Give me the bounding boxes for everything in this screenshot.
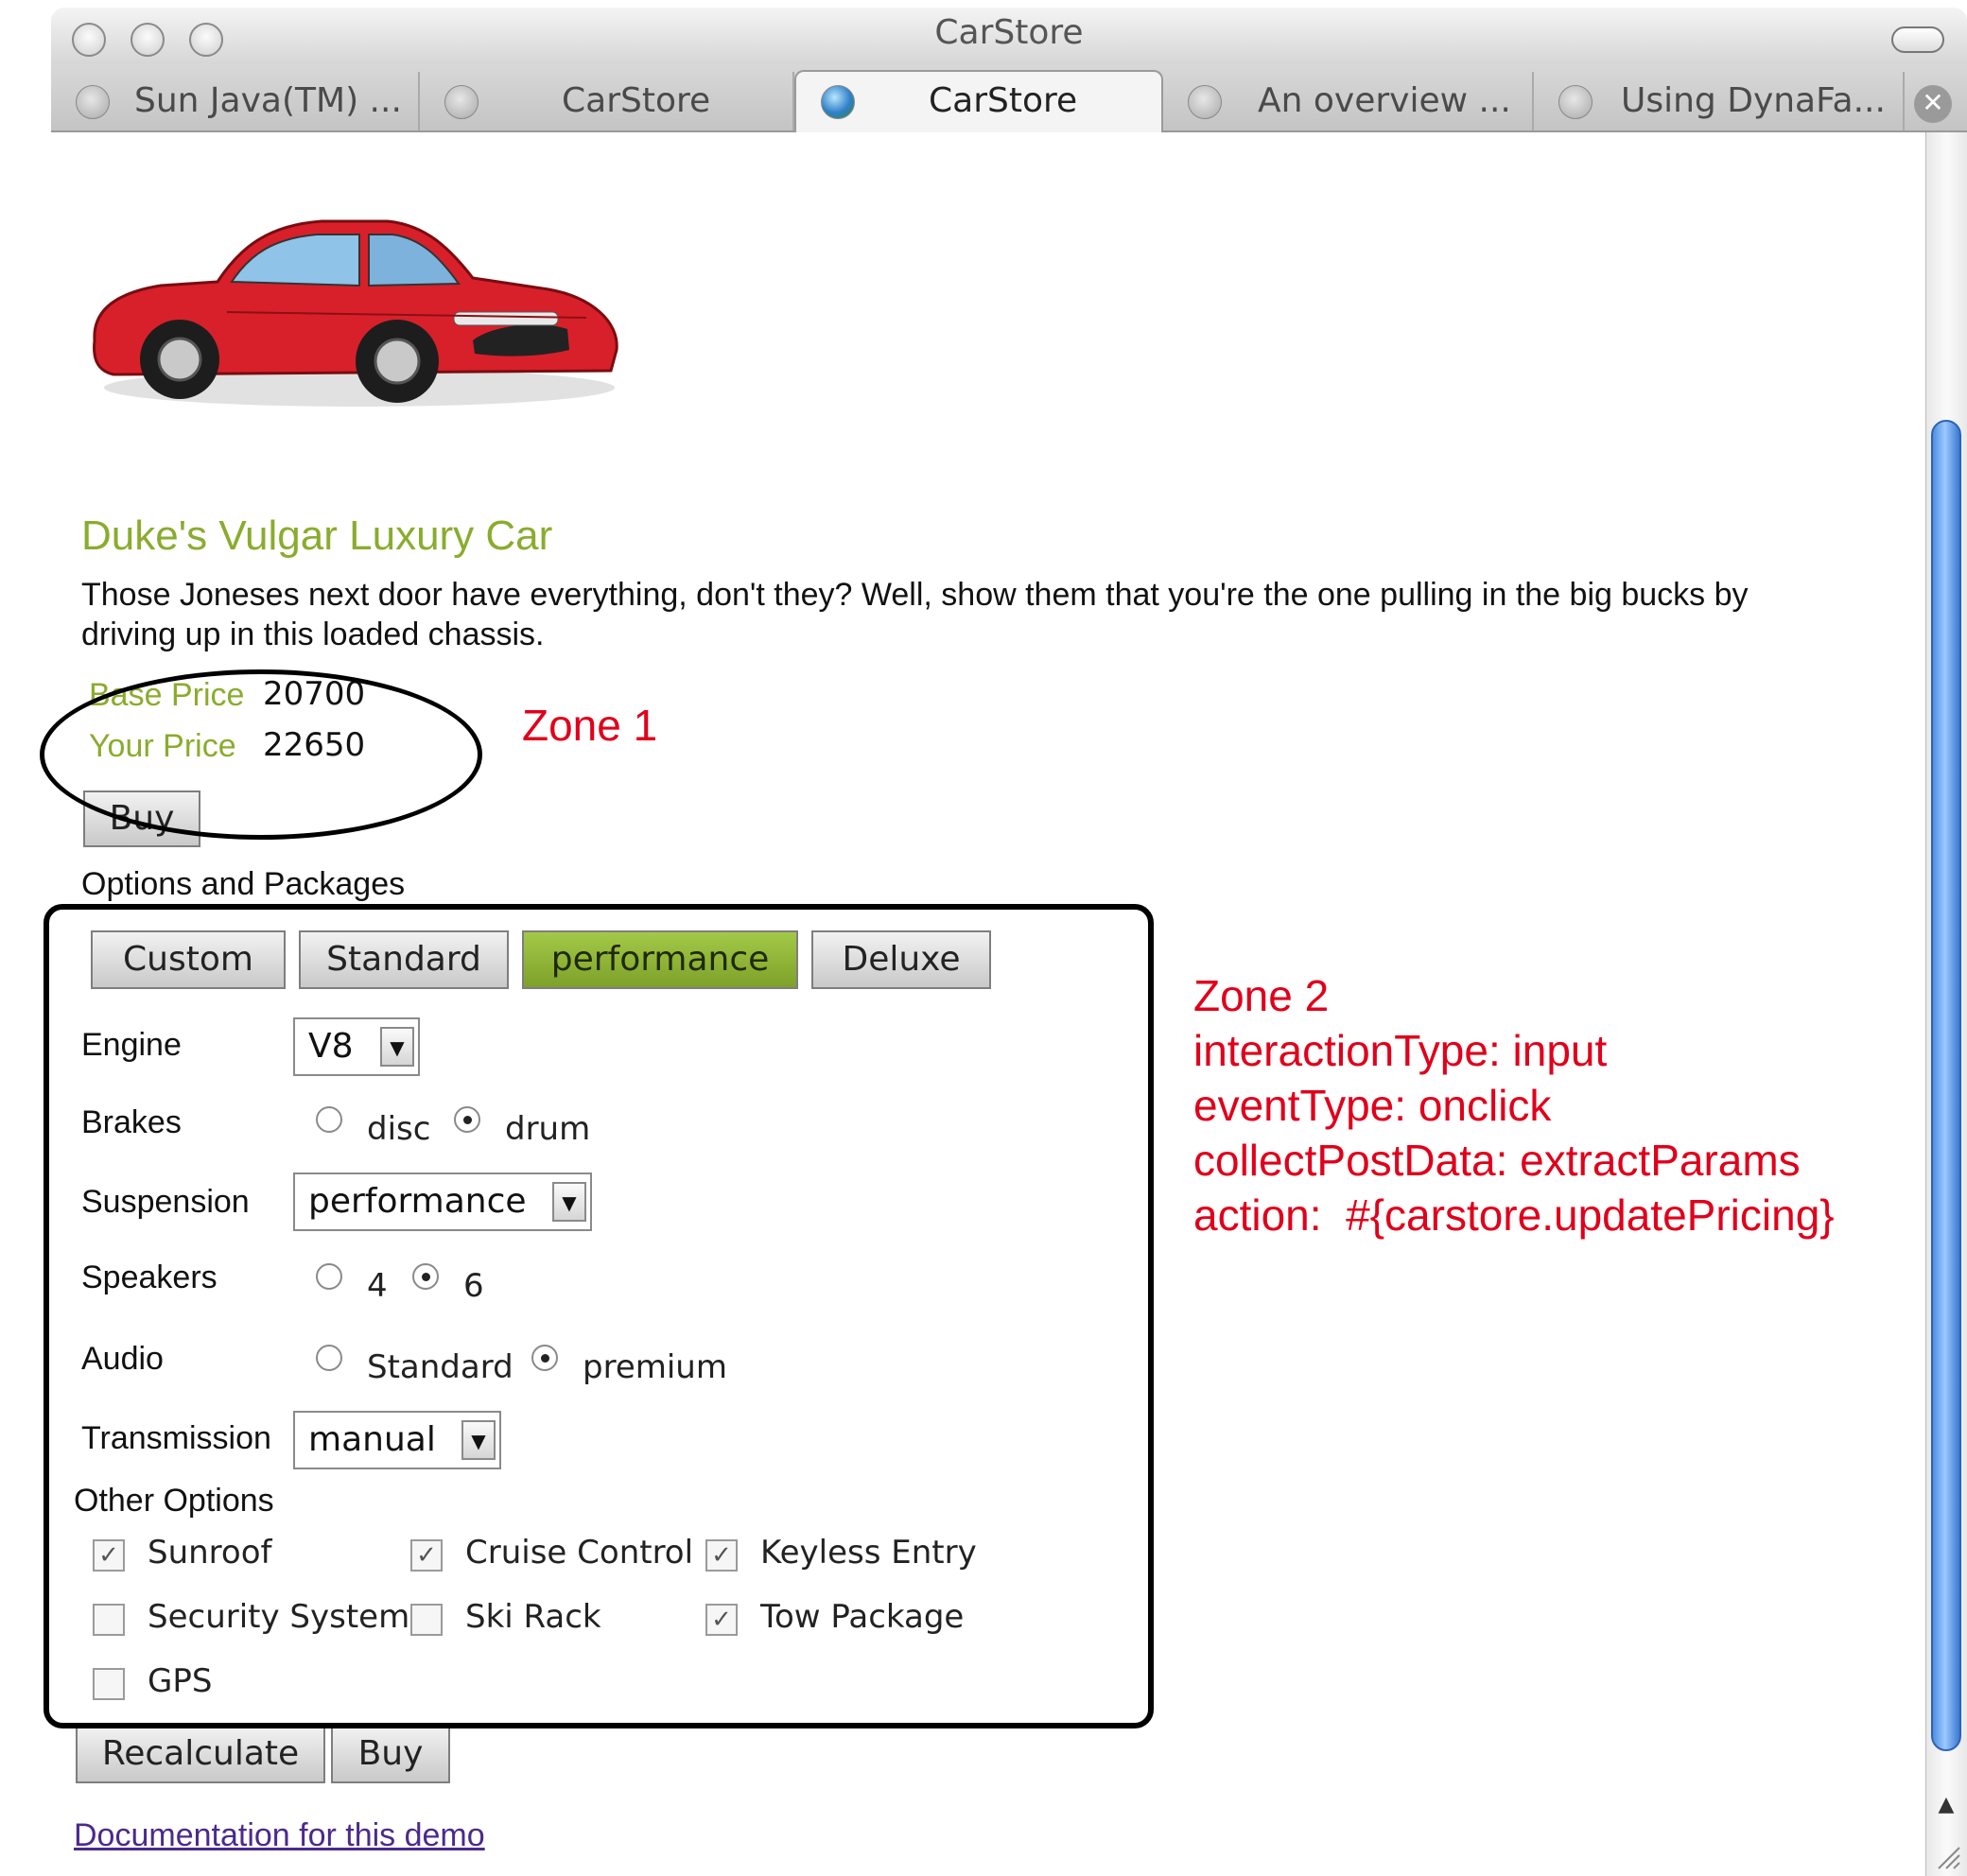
tab-carstore-active[interactable]: CarStore <box>794 70 1163 132</box>
zone-2-collect-post-data: collectPostData: extractParams <box>1193 1136 1801 1185</box>
product-description-line-1: Those Joneses next door have everything,… <box>81 577 1749 613</box>
zone-1-label: Zone 1 <box>522 701 658 750</box>
tab-sun-java[interactable]: Sun Java(TM) ... <box>51 72 420 130</box>
globe-icon <box>76 85 110 119</box>
window-title: CarStore <box>934 13 1084 52</box>
scrollbar-thumb[interactable] <box>1931 420 1961 1751</box>
car-image <box>93 219 618 407</box>
product-title: Duke's Vulgar Luxury Car <box>81 512 553 559</box>
zone-2-interaction-type: interactionType: input <box>1193 1026 1608 1075</box>
toolbar-toggle-button[interactable] <box>1891 26 1944 53</box>
tab-carstore-1[interactable]: CarStore <box>420 72 794 130</box>
globe-icon <box>1558 85 1593 119</box>
zone-2-action: action: #{carstore.updatePricing} <box>1193 1190 1835 1240</box>
globe-icon <box>1188 85 1222 119</box>
globe-icon <box>444 85 479 119</box>
tab-label: Sun Java(TM) ... <box>134 81 402 120</box>
zone-1-ellipse <box>40 669 482 840</box>
zone-2-label: Zone 2 <box>1193 971 1330 1020</box>
recalculate-button[interactable]: Recalculate <box>76 1725 325 1783</box>
title-bar: CarStore <box>51 8 1967 64</box>
tab-label: CarStore <box>929 81 1078 120</box>
tab-label: Using DynaFa... <box>1621 81 1886 120</box>
options-heading: Options and Packages <box>81 866 406 902</box>
tab-bar: Sun Java(TM) ... CarStore CarStore An ov… <box>51 64 1967 132</box>
product-description-line-2: driving up in this loaded chassis. <box>81 617 545 652</box>
globe-icon <box>821 85 855 119</box>
tab-an-overview[interactable]: An overview ... <box>1163 72 1534 130</box>
resize-grip-icon[interactable] <box>1933 1842 1961 1870</box>
tab-using-dynafaces[interactable]: Using DynaFa... <box>1534 72 1905 130</box>
tab-label: An overview ... <box>1258 81 1511 120</box>
zone-2-box <box>44 904 1154 1728</box>
scroll-up-arrow-icon[interactable]: ▲ <box>1933 1793 1959 1819</box>
tab-label: CarStore <box>562 81 711 120</box>
buy-bottom-button[interactable]: Buy <box>331 1725 450 1783</box>
documentation-link[interactable]: Documentation for this demo <box>74 1817 485 1854</box>
close-tab-icon[interactable]: ✕ <box>1914 85 1952 123</box>
zone-2-event-type: eventType: onclick <box>1193 1081 1552 1130</box>
